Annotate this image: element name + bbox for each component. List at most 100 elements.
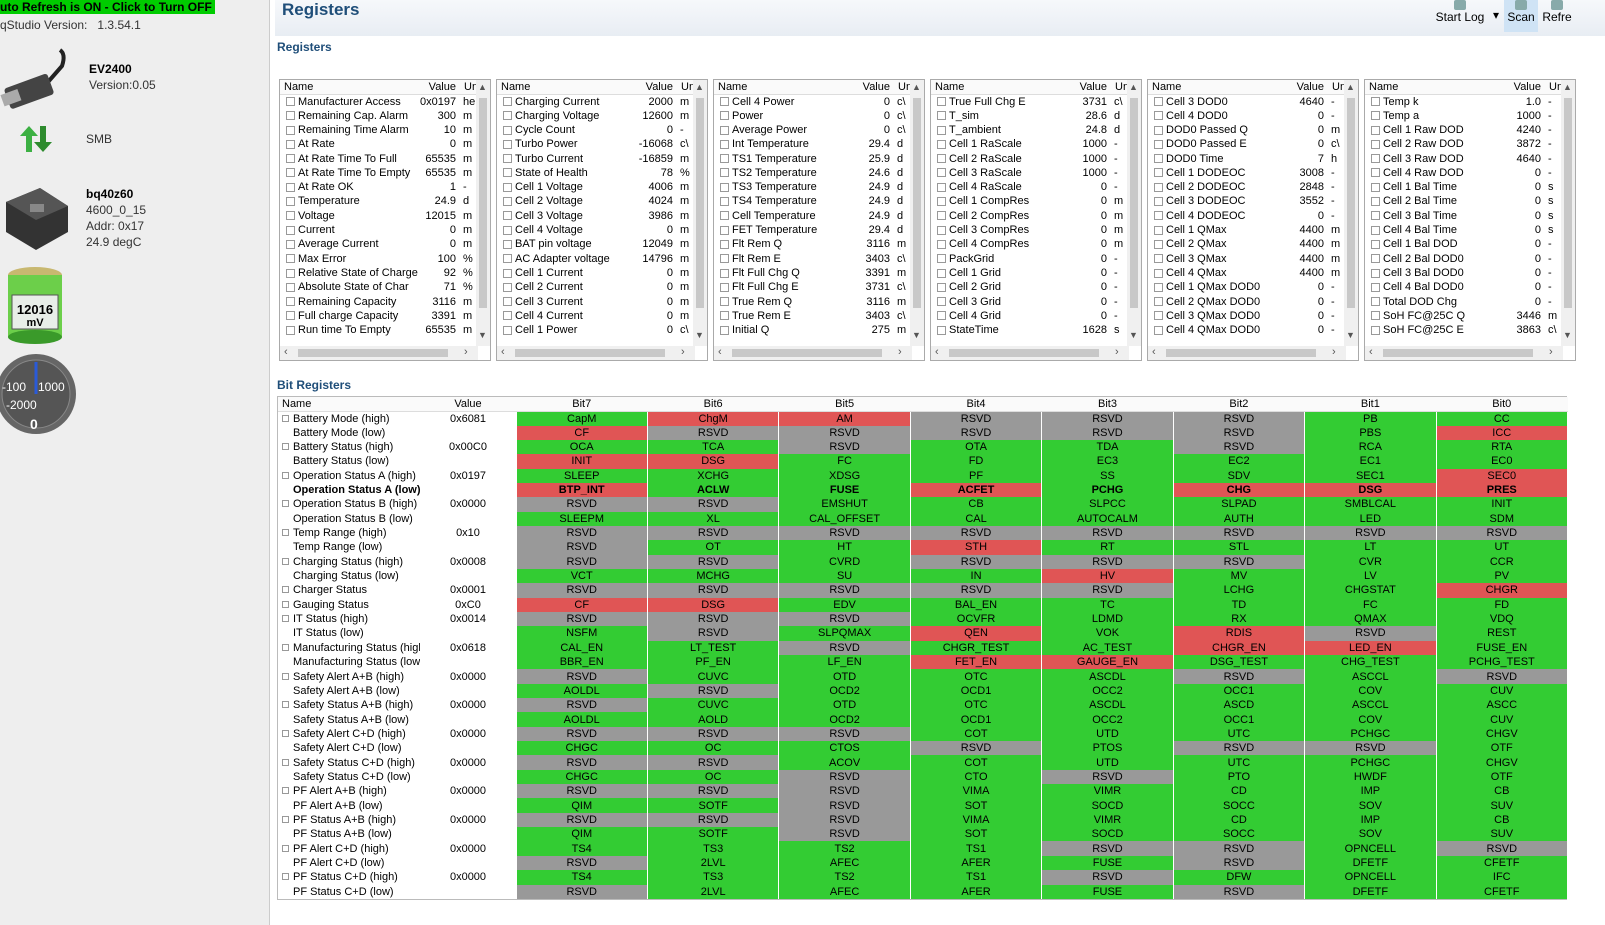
bit-register-name[interactable]: PF Status C+D (low) xyxy=(278,884,421,899)
column-header-bit[interactable]: Bit3 xyxy=(1041,397,1174,412)
bit-register-row[interactable]: Charging Status (low) VCT MCHG SU IN HV MV LV PV xyxy=(278,568,1569,584)
table-row[interactable]: FET Temperature 29.4 d xyxy=(714,223,911,237)
table-row[interactable]: DOD0 Passed E 0 c\ xyxy=(1148,137,1345,151)
scroll-left-icon[interactable]: ‹ xyxy=(501,346,505,358)
checkbox-icon[interactable] xyxy=(282,529,289,537)
checkbox-icon[interactable] xyxy=(282,873,289,881)
table-row[interactable]: Cell 2 QMax DOD0 0- xyxy=(1148,294,1345,308)
table-row[interactable]: At Rate Time To Empty 65535 m xyxy=(280,166,477,180)
scroll-thumb[interactable] xyxy=(732,349,882,357)
vertical-scrollbar[interactable]: ▲ ▼ xyxy=(910,80,924,346)
scroll-thumb[interactable] xyxy=(479,98,487,308)
column-header-name[interactable]: Name xyxy=(931,80,1071,95)
bit-register-name[interactable]: Charging Status (low) xyxy=(278,568,421,584)
bit-register-row[interactable]: Safety Status C+D (low) CHGC OC RSVD CTO RSVD… xyxy=(278,769,1569,785)
table-row[interactable]: Cell 2 QMax 4400 m xyxy=(1148,237,1345,251)
column-header-unit[interactable]: Un xyxy=(460,80,478,95)
table-row[interactable]: DOD0 Time 7 h xyxy=(1148,151,1345,165)
table-row[interactable]: TS1 Temperature 25.9 d xyxy=(714,151,911,165)
bit-register-name[interactable]: PF Alert C+D (low) xyxy=(278,855,421,871)
table-row[interactable]: Charging Current 2000 m xyxy=(497,94,694,109)
table-row[interactable]: Run time To Empty 65535 m xyxy=(280,323,477,337)
table-row[interactable]: Initial Q 275 m xyxy=(714,323,911,337)
horizontal-scrollbar[interactable]: ‹ › xyxy=(280,346,478,360)
register-name[interactable]: Cell 3 Bal Time xyxy=(1365,209,1505,223)
register-name[interactable]: Cell 2 Voltage xyxy=(497,194,637,208)
scroll-right-icon[interactable]: › xyxy=(1549,346,1553,358)
register-name[interactable]: Cell 4 Bal DOD0 xyxy=(1365,280,1505,294)
table-row[interactable]: Cycle Count 0- xyxy=(497,123,694,137)
table-row[interactable]: Power 0 c\ xyxy=(714,109,911,123)
table-row[interactable]: State of Health 78% xyxy=(497,166,694,180)
bit-register-row[interactable]: IT Status (high) 0x0014 RSVD RSVD RSVD OCVFR L… xyxy=(278,611,1569,627)
table-row[interactable]: Cell 1 Raw DOD 4240- xyxy=(1365,123,1562,137)
register-name[interactable]: T_sim xyxy=(931,109,1071,123)
register-name[interactable]: Average Power xyxy=(714,123,854,137)
checkbox-icon[interactable] xyxy=(282,443,289,451)
table-row[interactable]: TS2 Temperature 24.6 d xyxy=(714,166,911,180)
scroll-thumb[interactable] xyxy=(1130,98,1138,308)
bit-register-name[interactable]: Battery Mode (high) xyxy=(278,411,421,426)
register-name[interactable]: Cell 4 DOD0 xyxy=(1148,109,1288,123)
bit-register-name[interactable]: Safety Alert C+D (low) xyxy=(278,741,421,756)
bit-register-name[interactable]: Safety Alert A+B (high) xyxy=(278,669,421,684)
bit-register-name[interactable]: Gauging Status xyxy=(278,597,421,612)
bit-register-row[interactable]: Safety Alert A+B (high) 0x0000 RSVD CUVC OTD… xyxy=(278,669,1569,684)
table-row[interactable]: Cell 4 Raw DOD 0- xyxy=(1365,166,1562,180)
bit-register-name[interactable]: Safety Alert C+D (high) xyxy=(278,726,421,742)
scan-button[interactable]: Scan xyxy=(1504,0,1538,32)
start-log-button[interactable]: Start Log xyxy=(1432,0,1488,32)
bit-register-name[interactable]: Battery Status (high) xyxy=(278,439,421,455)
column-header-unit[interactable]: Un xyxy=(677,80,695,95)
register-name[interactable]: Voltage xyxy=(280,209,420,223)
bit-register-row[interactable]: Charging Status (high) 0x0008 RSVD RSVD CVRD… xyxy=(278,554,1569,569)
bit-register-name[interactable]: PF Status A+B (high) xyxy=(278,812,421,828)
table-row[interactable]: Cell 2 Grid 0- xyxy=(931,280,1128,294)
register-name[interactable]: Cell 4 Power xyxy=(714,94,854,109)
table-row[interactable]: Cell 3 QMax DOD0 0- xyxy=(1148,309,1345,323)
register-name[interactable]: Cell 3 Raw DOD xyxy=(1365,151,1505,165)
register-name[interactable]: At Rate OK xyxy=(280,180,420,194)
column-header-name[interactable]: Name xyxy=(278,397,420,412)
bit-register-row[interactable]: Charger Status 0x0001 RSVD RSVD RSVD RSVD RSVD… xyxy=(278,583,1569,598)
register-name[interactable]: Cell 1 Voltage xyxy=(497,180,637,194)
table-row[interactable]: Cell 4 Bal Time 0 s xyxy=(1365,223,1562,237)
bit-register-row[interactable]: Safety Status C+D (high) 0x0000 RSVD RSVD AC… xyxy=(278,755,1569,770)
scroll-left-icon[interactable]: ‹ xyxy=(1152,346,1156,358)
register-name[interactable]: T_ambient xyxy=(931,123,1071,137)
bit-register-row[interactable]: Battery Mode (high) 0x6081 CapM ChgM AM RSVD R… xyxy=(278,411,1569,426)
table-row[interactable]: SoH FC@25C E 3863 c\ xyxy=(1365,323,1562,337)
register-name[interactable]: Remaining Capacity xyxy=(280,294,420,308)
table-row[interactable]: Cell 1 Bal DOD 0- xyxy=(1365,237,1562,251)
table-row[interactable]: T_sim 28.6 d xyxy=(931,109,1128,123)
bit-register-row[interactable]: PF Status C+D (high) 0x0000 TS4 TS3 TS2 TS1 RS… xyxy=(278,870,1569,885)
bit-register-row[interactable]: Operation Status A (low) BTP_INT ACLW FUSE A… xyxy=(278,482,1569,498)
bit-register-name[interactable]: PF Alert A+B (high) xyxy=(278,784,421,799)
checkbox-icon[interactable] xyxy=(282,787,289,795)
register-name[interactable]: True Rem E xyxy=(714,309,854,323)
column-header-value[interactable]: Value xyxy=(1071,80,1111,95)
register-name[interactable]: Cell 4 Current xyxy=(497,309,637,323)
register-name[interactable]: Charging Current xyxy=(497,94,637,109)
bit-register-row[interactable]: Operation Status B (low) SLEEPM XL CAL_OFFS… xyxy=(278,511,1569,526)
bit-register-row[interactable]: Manufacturing Status (low) BBR_EN PF_EN LF_… xyxy=(278,655,1569,670)
table-row[interactable]: Cell 1 DODEOC 3008- xyxy=(1148,166,1345,180)
table-row[interactable]: Remaining Time Alarm 10 m xyxy=(280,123,477,137)
scroll-thumb[interactable] xyxy=(298,349,448,357)
register-name[interactable]: Current xyxy=(280,223,420,237)
register-name[interactable]: Cell 4 RaScale xyxy=(931,180,1071,194)
register-name[interactable]: Cell 2 Current xyxy=(497,280,637,294)
bit-register-name[interactable]: Battery Status (low) xyxy=(278,454,421,469)
scroll-up-icon[interactable]: ▲ xyxy=(478,82,487,92)
column-header-name[interactable]: Name xyxy=(497,80,637,95)
gauge-device[interactable]: bq40z60 4600_0_15 Addr: 0x17 24.9 degC xyxy=(0,180,265,256)
table-row[interactable]: Charging Voltage 12600 m xyxy=(497,109,694,123)
register-name[interactable]: Full charge Capacity xyxy=(280,309,420,323)
bit-register-name[interactable]: IT Status (high) xyxy=(278,611,421,627)
vertical-scrollbar[interactable]: ▲ ▼ xyxy=(1127,80,1141,346)
register-name[interactable]: Cell 2 QMax xyxy=(1148,237,1288,251)
register-name[interactable]: Cell 3 Grid xyxy=(931,294,1071,308)
bit-register-row[interactable]: Manufacturing Status (high) 0x0618 CAL_EN L… xyxy=(278,640,1569,655)
table-row[interactable]: BAT pin voltage 12049 m xyxy=(497,237,694,251)
table-row[interactable]: Cell 4 Power 0 c\ xyxy=(714,94,911,109)
